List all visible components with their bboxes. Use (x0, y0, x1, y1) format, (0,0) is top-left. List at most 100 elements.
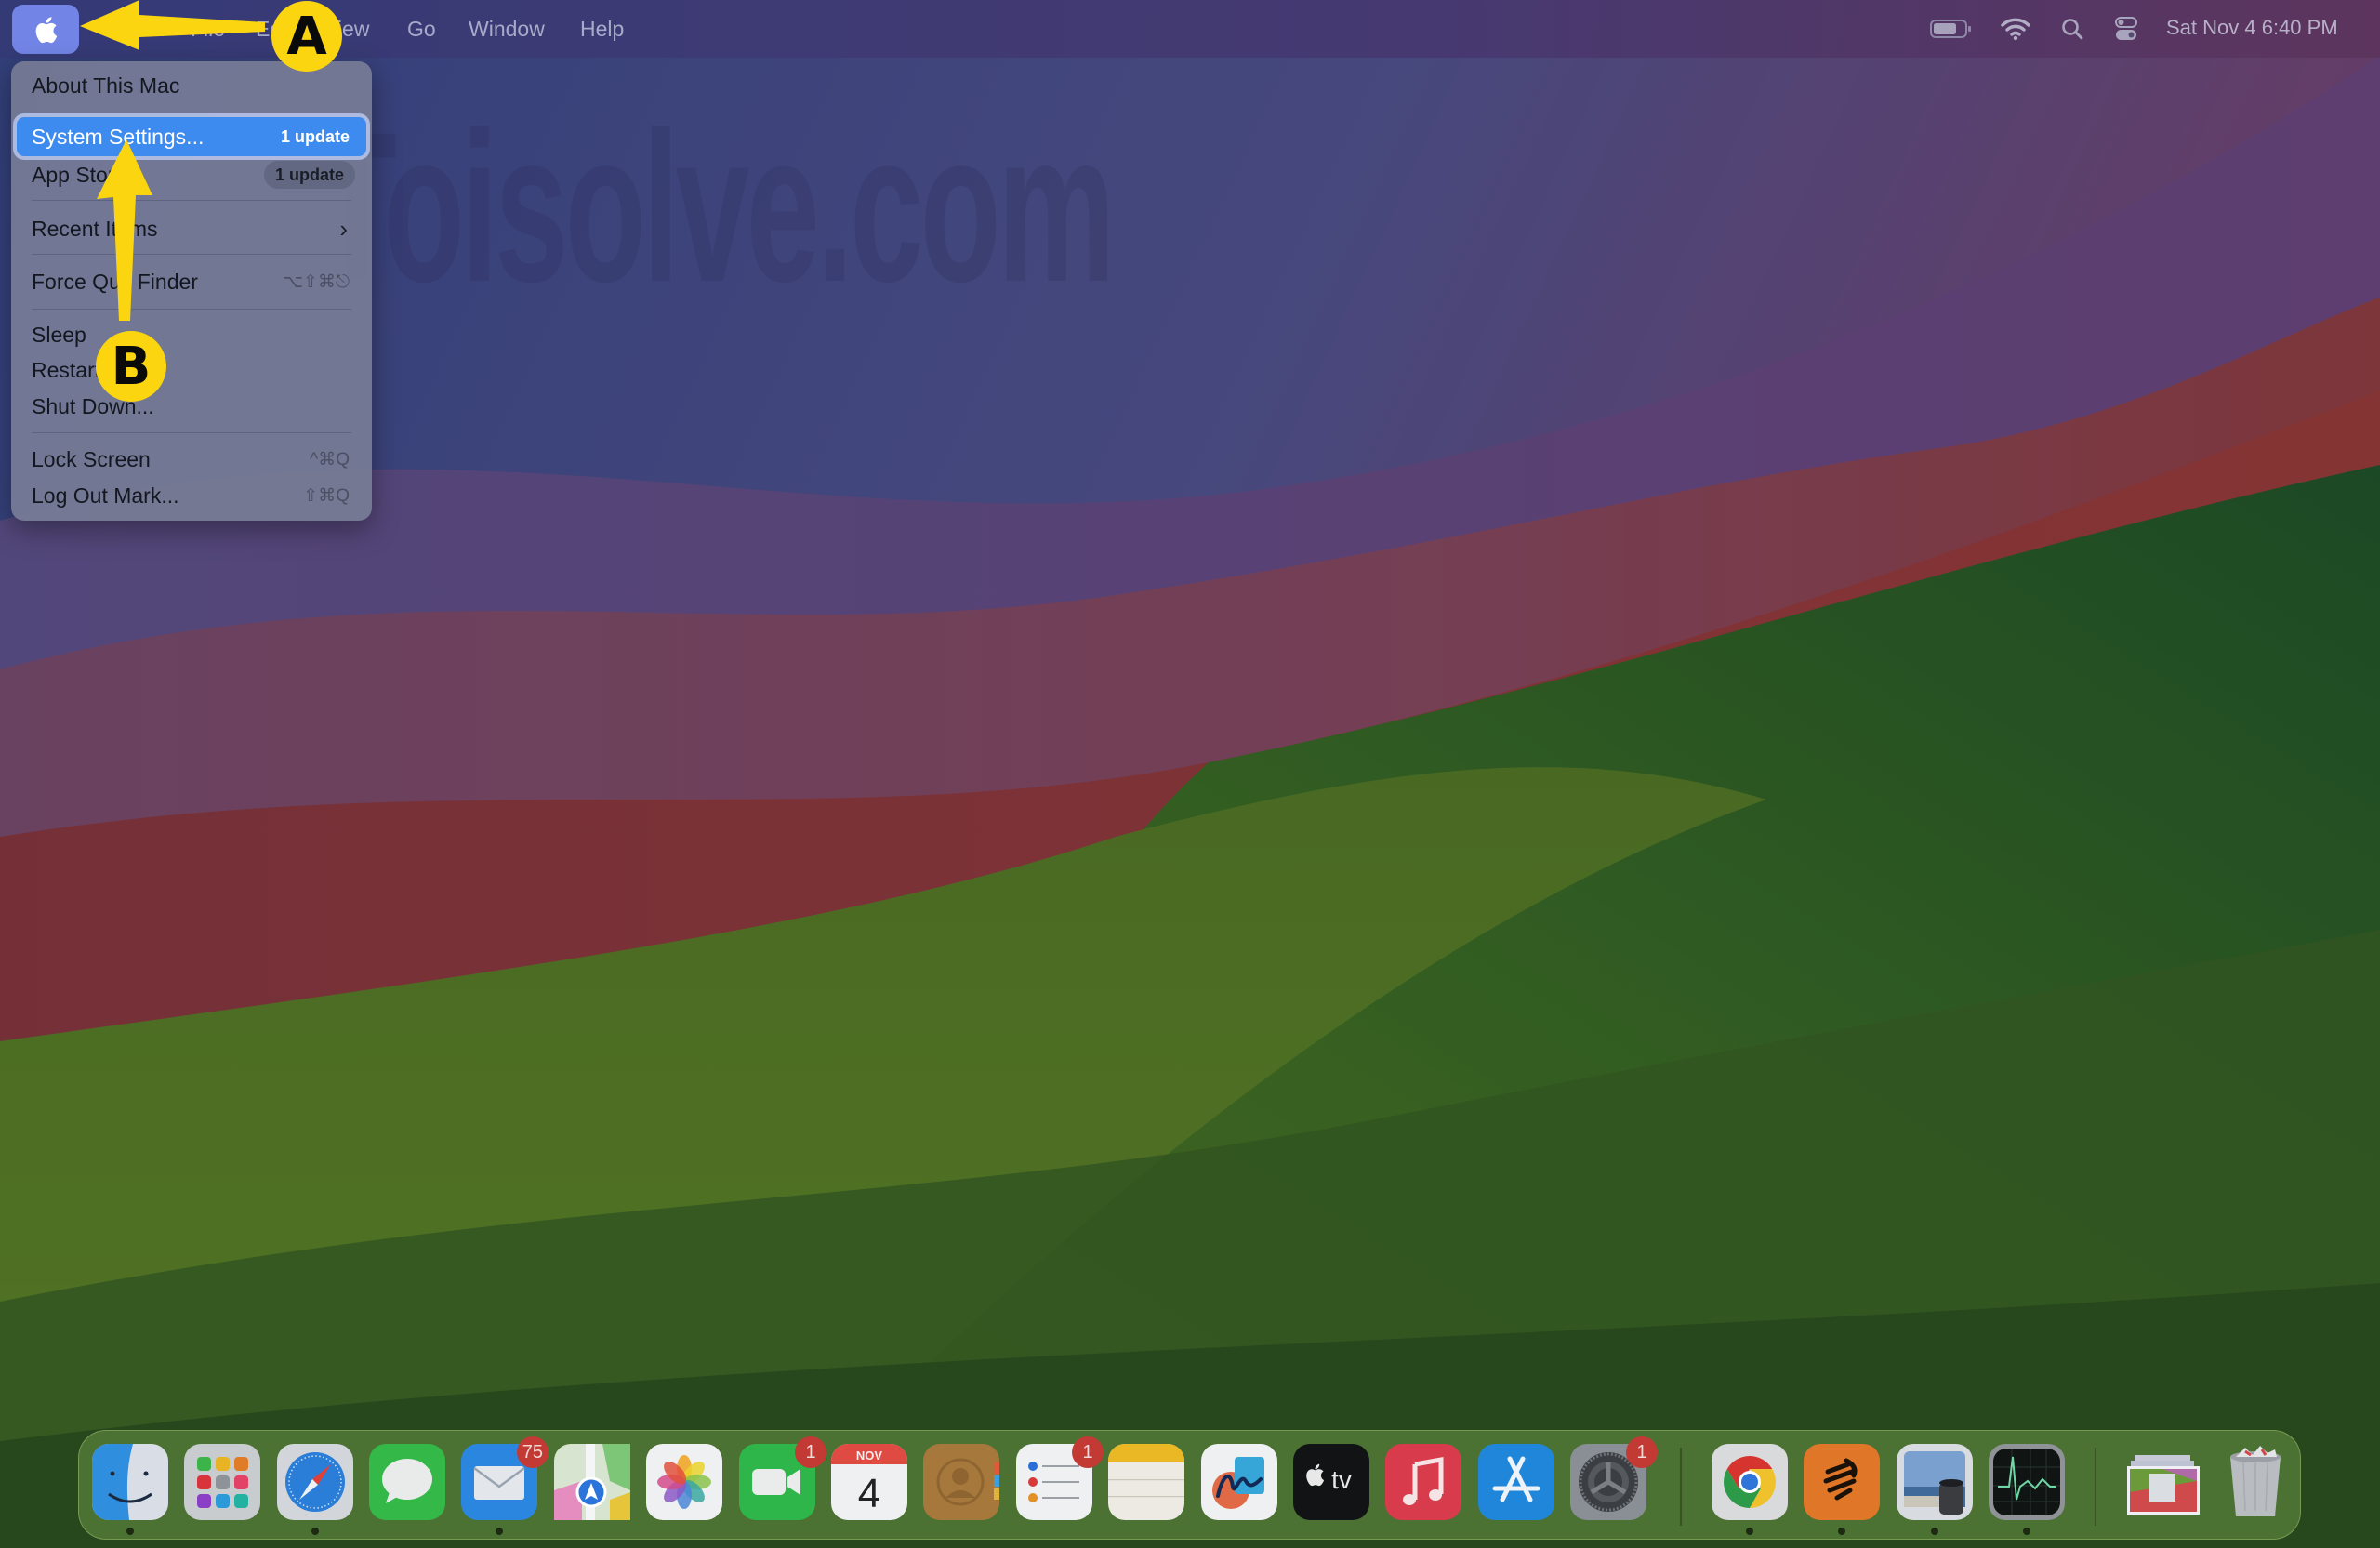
notification-badge: 1 (795, 1436, 826, 1468)
menu-item-sleep[interactable]: Sleep (17, 317, 366, 352)
menu-window[interactable]: Window (469, 17, 545, 42)
screenshots-stack-icon (2127, 1455, 2200, 1515)
menu-item-log-out[interactable]: Log Out Mark... ⇧⌘Q (17, 478, 366, 513)
calendar-month: NOV (856, 1449, 883, 1462)
menu-separator (32, 200, 351, 201)
calendar-day: 4 (858, 1471, 880, 1516)
keyboard-shortcut: ⇧⌘Q (303, 485, 350, 506)
annotation-callout-b: B (96, 331, 166, 402)
dock-app-maps[interactable] (554, 1444, 630, 1520)
menu-item-label: Log Out Mark... (32, 483, 179, 508)
apple-tv-icon: tv (1293, 1444, 1369, 1520)
dock-app-reminders[interactable]: 1 (1016, 1436, 1104, 1520)
launchpad-icon (184, 1444, 260, 1520)
menu-item-label: Force Quit Finder (32, 269, 198, 294)
menu-separator (32, 254, 351, 255)
menu-separator (32, 432, 351, 433)
dock-app-contacts[interactable] (923, 1444, 999, 1520)
menu-file[interactable]: File (191, 17, 225, 42)
menu-item-label: Recent Items (32, 216, 158, 241)
calendar-icon: NOV 4 (831, 1444, 907, 1520)
running-indicator (2023, 1528, 2030, 1535)
running-indicator (1746, 1528, 1753, 1535)
notification-badge: 1 (1626, 1436, 1658, 1468)
update-badge: 1 update (280, 126, 350, 146)
spotlight-search-icon[interactable] (2058, 12, 2086, 46)
music-icon (1385, 1444, 1461, 1520)
safari-icon (277, 1444, 353, 1520)
freeform-icon (1201, 1444, 1277, 1520)
menu-item-recent-items[interactable]: Recent Items › (17, 211, 366, 246)
running-indicator (1838, 1528, 1845, 1535)
menu-separator (32, 309, 351, 310)
dock-stack-screenshots[interactable] (2125, 1444, 2202, 1520)
apple-menu-button[interactable] (12, 5, 79, 54)
notes-icon (1108, 1444, 1184, 1520)
running-indicator (311, 1528, 319, 1535)
annotation-callout-a: A (271, 1, 342, 72)
running-indicator (1931, 1528, 1938, 1535)
dock-app-finder[interactable] (92, 1444, 168, 1535)
keyboard-shortcut: ^⌘Q (310, 449, 350, 470)
chrome-icon (1712, 1444, 1788, 1520)
menu-item-label: About This Mac (32, 73, 180, 98)
battery-icon[interactable] (1928, 12, 1975, 46)
dock-app-system-settings[interactable]: 1 (1570, 1436, 1658, 1520)
menu-item-label: Sleep (32, 322, 86, 347)
menu-item-restart[interactable]: Restart... (17, 352, 366, 388)
dock-separator (1680, 1448, 1682, 1526)
dock-trash[interactable] (2217, 1444, 2294, 1520)
dock-app-app-store[interactable] (1478, 1444, 1554, 1520)
preview-icon (1897, 1444, 1973, 1520)
menu-item-app-store[interactable]: App Store... 1 update (17, 157, 366, 192)
dock-app-messages[interactable] (369, 1444, 445, 1520)
apple-menu-dropdown: About This Mac System Settings... 1 upda… (11, 61, 372, 521)
wifi-icon[interactable] (1999, 12, 2032, 46)
chevron-right-icon: › (339, 214, 348, 243)
editor-app-icon (1804, 1444, 1880, 1520)
control-center-icon[interactable] (2112, 12, 2140, 46)
dock-app-chrome[interactable] (1712, 1444, 1788, 1535)
menu-item-lock-screen[interactable]: Lock Screen ^⌘Q (17, 442, 366, 477)
menu-item-shut-down[interactable]: Shut Down... (17, 389, 366, 424)
menu-help[interactable]: Help (580, 17, 624, 42)
dock-app-preview[interactable] (1897, 1444, 1973, 1535)
running-indicator (496, 1528, 503, 1535)
menu-item-force-quit[interactable]: Force Quit Finder ⌥⇧⌘⎋ (17, 264, 366, 299)
menu-item-system-settings[interactable]: System Settings... 1 update (17, 117, 366, 156)
activity-monitor-icon (1989, 1444, 2065, 1520)
menu-item-label: Lock Screen (32, 446, 151, 471)
dock-app-safari[interactable] (277, 1444, 353, 1535)
apple-tv-label: tv (1331, 1465, 1352, 1494)
dock-app-editor[interactable] (1804, 1444, 1880, 1535)
app-store-icon (1478, 1444, 1554, 1520)
menu-item-about-this-mac[interactable]: About This Mac (17, 68, 366, 103)
messages-icon (369, 1444, 445, 1520)
trash-full-icon (2230, 1446, 2281, 1516)
dock-app-facetime[interactable]: 1 (739, 1436, 826, 1520)
menu-bar: Finder File Edit View Go Window Help Sat… (0, 0, 2380, 58)
dock-app-notes[interactable] (1108, 1444, 1184, 1520)
dock-app-mail[interactable]: 75 (461, 1436, 549, 1535)
update-badge: 1 update (263, 161, 355, 189)
dock-app-freeform[interactable] (1201, 1444, 1277, 1520)
menu-bar-clock[interactable]: Sat Nov 4 6:40 PM (2166, 16, 2338, 40)
dock-app-activity-monitor[interactable] (1989, 1444, 2065, 1535)
menu-item-label: System Settings... (32, 124, 205, 149)
dock-separator (2095, 1448, 2096, 1526)
photos-icon (646, 1444, 722, 1520)
dock: 75 1 NOV 4 1 tv 1 (78, 1430, 2301, 1540)
running-indicator (126, 1528, 134, 1535)
dock-app-apple-tv[interactable]: tv (1293, 1444, 1369, 1520)
dock-app-music[interactable] (1385, 1444, 1461, 1520)
menu-item-label: App Store... (32, 162, 145, 187)
menu-go[interactable]: Go (407, 17, 436, 42)
apple-logo-icon (35, 16, 58, 43)
menu-finder[interactable]: Finder (107, 17, 167, 42)
dock-app-launchpad[interactable] (184, 1444, 260, 1520)
notification-badge: 75 (516, 1436, 549, 1468)
dock-app-photos[interactable] (646, 1444, 722, 1520)
dock-app-calendar[interactable]: NOV 4 (831, 1444, 907, 1520)
maps-icon (554, 1444, 630, 1520)
notification-badge: 1 (1072, 1436, 1104, 1468)
